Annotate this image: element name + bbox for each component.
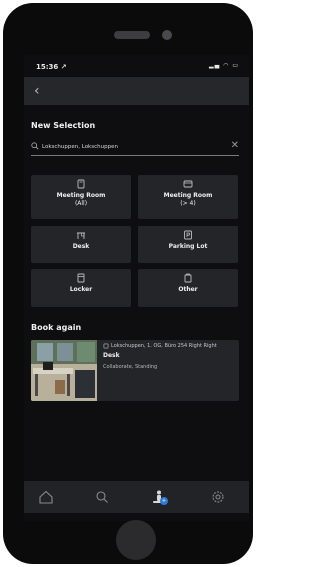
new-selection-title: New Selection — [31, 121, 96, 130]
tile-label: Parking Lot — [168, 243, 208, 250]
card-resource-type: Desk — [103, 352, 120, 359]
card-info: Lokschuppen, 1. OG, Büro 254 Right Right… — [103, 343, 237, 370]
workspace-photo — [31, 340, 97, 401]
search-tab-icon[interactable] — [94, 489, 110, 505]
tile-other[interactable]: Other — [138, 269, 238, 307]
settings-icon[interactable] — [210, 489, 226, 505]
booking-tab[interactable]: + — [152, 489, 168, 505]
tile-meeting-room-all[interactable]: Meeting Room (All) — [31, 175, 131, 219]
status-bar: 15:36 ↗ ▂▄ ◠ ▭ — [24, 55, 249, 77]
booking-badge: + — [160, 497, 168, 505]
nav-bar: ‹ — [24, 77, 249, 105]
tile-sublabel: (All) — [74, 200, 88, 207]
meeting-room-icon — [77, 179, 85, 189]
phone-frame: 15:36 ↗ ▂▄ ◠ ▭ ‹ New Selection ✕ Meeting… — [3, 3, 253, 564]
tile-label: Meeting Room — [163, 192, 213, 199]
front-camera — [162, 30, 172, 40]
speaker-grille — [114, 31, 150, 39]
locker-icon — [77, 273, 85, 283]
meeting-room-large-icon — [183, 180, 193, 188]
app-screen: 15:36 ↗ ▂▄ ◠ ▭ ‹ New Selection ✕ Meeting… — [24, 55, 249, 521]
card-tags: Collaborate, Standing — [103, 364, 158, 370]
home-button[interactable] — [116, 520, 156, 560]
tile-label: Desk — [72, 243, 90, 250]
location-icon — [103, 343, 109, 349]
status-time: 15:36 ↗ — [36, 63, 67, 71]
tile-label: Other — [178, 286, 198, 293]
tile-label: Meeting Room — [56, 192, 106, 199]
book-again-card[interactable]: Lokschuppen, 1. OG, Büro 254 Right Right… — [31, 340, 239, 401]
search-input[interactable] — [42, 141, 222, 153]
tile-meeting-room-large[interactable]: Meeting Room (> 4) — [138, 175, 238, 219]
card-location: Lokschuppen, 1. OG, Büro 254 Right Right — [103, 343, 237, 349]
tab-bar: + — [24, 481, 249, 513]
parking-icon — [184, 230, 192, 240]
search-icon — [31, 142, 39, 150]
tile-sublabel: (> 4) — [180, 200, 196, 207]
home-icon[interactable] — [38, 489, 54, 505]
search-row: ✕ — [31, 139, 239, 156]
tile-label: Locker — [69, 286, 93, 293]
tile-locker[interactable]: Locker — [31, 269, 131, 307]
back-icon[interactable]: ‹ — [34, 83, 40, 99]
card-location-text: Lokschuppen, 1. OG, Büro 254 Right Right — [111, 343, 217, 349]
other-icon — [184, 273, 192, 283]
clear-search-icon[interactable]: ✕ — [231, 140, 239, 151]
book-again-title: Book again — [31, 323, 82, 332]
tile-desk[interactable]: Desk — [31, 226, 131, 263]
status-indicators: ▂▄ ◠ ▭ — [209, 62, 239, 69]
tile-parking-lot[interactable]: Parking Lot — [138, 226, 238, 263]
desk-icon — [77, 232, 85, 239]
